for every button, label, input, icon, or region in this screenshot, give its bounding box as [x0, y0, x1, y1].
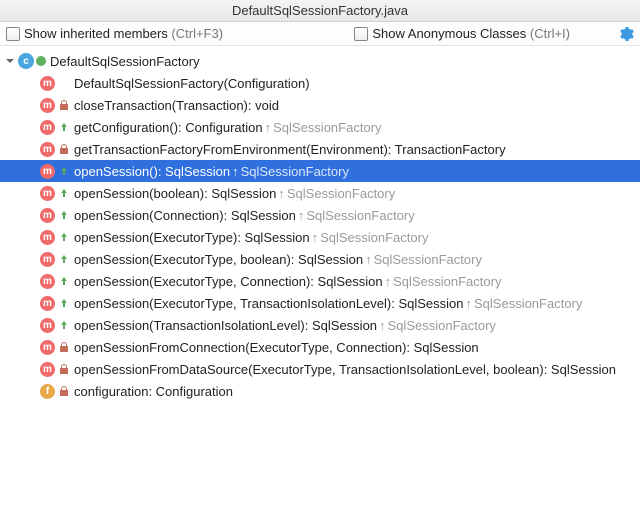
up-arrow-icon: ↑	[278, 186, 285, 201]
class-row[interactable]: c DefaultSqlSessionFactory	[0, 50, 640, 72]
member-row[interactable]: m DefaultSqlSessionFactory(Configuration)	[0, 72, 640, 94]
method-icon: m	[40, 362, 55, 377]
method-icon: m	[40, 252, 55, 267]
expander-icon[interactable]	[4, 55, 16, 67]
member-signature: openSession(ExecutorType): SqlSession	[74, 230, 310, 245]
super-interface: SqlSessionFactory	[474, 296, 582, 311]
member-row[interactable]: m openSession(boolean): SqlSession ↑SqlSe…	[0, 182, 640, 204]
show-inherited-hint: (Ctrl+F3)	[171, 26, 223, 41]
method-icon: m	[40, 274, 55, 289]
member-signature: openSessionFromConnection(ExecutorType, …	[74, 340, 479, 355]
lock-icon	[58, 341, 70, 353]
member-row[interactable]: m openSessionFromConnection(ExecutorType,…	[0, 336, 640, 358]
method-icon: m	[40, 230, 55, 245]
class-icon: c	[18, 53, 34, 69]
lock-icon	[58, 99, 70, 111]
show-inherited-text: Show inherited members	[24, 26, 168, 41]
up-arrow-icon: ↑	[265, 120, 272, 135]
member-signature: openSession(TransactionIsolationLevel): …	[74, 318, 377, 333]
gear-icon[interactable]	[618, 26, 634, 42]
super-interface: SqlSessionFactory	[287, 186, 395, 201]
up-arrow-icon: ↑	[365, 252, 372, 267]
show-inherited-checkbox[interactable]	[6, 27, 20, 41]
member-signature: DefaultSqlSessionFactory(Configuration)	[74, 76, 310, 91]
method-icon: m	[40, 120, 55, 135]
blank-gutter	[58, 77, 70, 89]
super-interface: SqlSessionFactory	[273, 120, 381, 135]
file-title: DefaultSqlSessionFactory.java	[232, 3, 408, 18]
implements-icon	[36, 56, 46, 66]
structure-tree[interactable]: c DefaultSqlSessionFactory m DefaultSqlSess…	[0, 46, 640, 514]
member-row[interactable]: m openSession(ExecutorType, Connection): …	[0, 270, 640, 292]
method-icon: m	[40, 164, 55, 179]
method-icon: m	[40, 318, 55, 333]
up-arrow-icon: ↑	[379, 318, 386, 333]
member-row[interactable]: m openSession(ExecutorType, TransactionIs…	[0, 292, 640, 314]
method-icon: m	[40, 208, 55, 223]
member-row[interactable]: m openSessionFromDataSource(ExecutorType,…	[0, 358, 640, 380]
member-signature: configuration: Configuration	[74, 384, 233, 399]
up-arrow-icon: ↑	[385, 274, 392, 289]
show-anon-hint: (Ctrl+I)	[530, 26, 570, 41]
override-icon	[58, 297, 70, 309]
member-signature: openSession(ExecutorType, TransactionIso…	[74, 296, 464, 311]
method-icon: m	[40, 76, 55, 91]
method-icon: m	[40, 296, 55, 311]
member-signature: openSession(): SqlSession	[74, 164, 230, 179]
super-interface: SqlSessionFactory	[306, 208, 414, 223]
toolbar: Show inherited members (Ctrl+F3) Show An…	[0, 22, 640, 46]
lock-icon	[58, 385, 70, 397]
show-inherited-label[interactable]: Show inherited members (Ctrl+F3)	[24, 26, 223, 41]
member-row[interactable]: f configuration: Configuration	[0, 380, 640, 402]
super-interface: SqlSessionFactory	[393, 274, 501, 289]
member-signature: openSession(Connection): SqlSession	[74, 208, 296, 223]
member-signature: getTransactionFactoryFromEnvironment(Env…	[74, 142, 506, 157]
member-signature: openSession(boolean): SqlSession	[74, 186, 276, 201]
show-anon-label[interactable]: Show Anonymous Classes (Ctrl+I)	[372, 26, 570, 41]
up-arrow-icon: ↑	[298, 208, 305, 223]
member-row[interactable]: m openSession(): SqlSession ↑SqlSessionFa…	[0, 160, 640, 182]
member-row[interactable]: m getTransactionFactoryFromEnvironment(En…	[0, 138, 640, 160]
member-signature: openSessionFromDataSource(ExecutorType, …	[74, 362, 616, 377]
member-row[interactable]: m openSession(ExecutorType, boolean): Sql…	[0, 248, 640, 270]
member-row[interactable]: m openSession(ExecutorType): SqlSession ↑…	[0, 226, 640, 248]
super-interface: SqlSessionFactory	[241, 164, 349, 179]
override-icon	[58, 187, 70, 199]
override-icon	[58, 165, 70, 177]
override-icon	[58, 231, 70, 243]
up-arrow-icon: ↑	[312, 230, 319, 245]
title-bar: DefaultSqlSessionFactory.java	[0, 0, 640, 22]
method-icon: m	[40, 98, 55, 113]
show-anon-checkbox[interactable]	[354, 27, 368, 41]
method-icon: m	[40, 340, 55, 355]
up-arrow-icon: ↑	[232, 164, 239, 179]
class-name: DefaultSqlSessionFactory	[50, 54, 200, 69]
member-signature: openSession(ExecutorType, Connection): S…	[74, 274, 383, 289]
method-icon: m	[40, 142, 55, 157]
lock-icon	[58, 363, 70, 375]
show-anon-text: Show Anonymous Classes	[372, 26, 526, 41]
member-signature: closeTransaction(Transaction): void	[74, 98, 279, 113]
override-icon	[58, 253, 70, 265]
override-icon	[58, 121, 70, 133]
field-icon: f	[40, 384, 55, 399]
up-arrow-icon: ↑	[466, 296, 473, 311]
member-row[interactable]: m getConfiguration(): Configuration ↑SqlS…	[0, 116, 640, 138]
lock-icon	[58, 143, 70, 155]
override-icon	[58, 275, 70, 287]
member-row[interactable]: m closeTransaction(Transaction): void	[0, 94, 640, 116]
member-signature: getConfiguration(): Configuration	[74, 120, 263, 135]
override-icon	[58, 209, 70, 221]
method-icon: m	[40, 186, 55, 201]
member-row[interactable]: m openSession(Connection): SqlSession ↑Sq…	[0, 204, 640, 226]
member-row[interactable]: m openSession(TransactionIsolationLevel):…	[0, 314, 640, 336]
override-icon	[58, 319, 70, 331]
super-interface: SqlSessionFactory	[374, 252, 482, 267]
super-interface: SqlSessionFactory	[388, 318, 496, 333]
super-interface: SqlSessionFactory	[320, 230, 428, 245]
member-signature: openSession(ExecutorType, boolean): SqlS…	[74, 252, 363, 267]
